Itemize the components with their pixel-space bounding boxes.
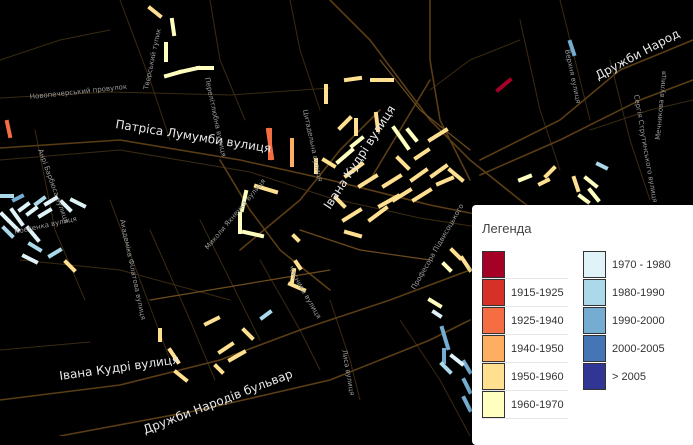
legend-label: 1960-1970 <box>511 399 564 411</box>
legend-swatch <box>482 251 505 278</box>
legend-swatch <box>583 307 606 334</box>
legend-swatch <box>482 363 505 390</box>
legend-swatch <box>482 391 505 418</box>
building-footprint[interactable] <box>291 233 301 243</box>
legend-title: Легенда <box>482 221 532 236</box>
legend-panel: Легенда 1915-1925 1925-1940 1940-1950 19… <box>472 205 693 445</box>
legend-swatch <box>482 279 505 306</box>
legend-label: 1990-2000 <box>612 315 665 327</box>
legend-label: 1980-1990 <box>612 287 665 299</box>
legend-label: 1925-1940 <box>511 315 564 327</box>
legend-label: 1950-1960 <box>511 371 564 383</box>
legend-swatch <box>482 307 505 334</box>
legend-swatch <box>583 279 606 306</box>
legend-label: 1940-1950 <box>511 343 564 355</box>
legend-swatch <box>482 335 505 362</box>
legend-label: 2000-2005 <box>612 343 665 355</box>
legend-label: > 2005 <box>612 371 646 383</box>
building-footprint[interactable] <box>343 75 363 83</box>
legend-swatch <box>583 363 606 390</box>
legend-label: 1915-1925 <box>511 287 564 299</box>
legend-divider <box>482 418 568 419</box>
legend-swatch <box>583 251 606 278</box>
legend-swatch <box>583 335 606 362</box>
legend-label: 1970 - 1980 <box>612 259 671 271</box>
building-footprint[interactable] <box>169 17 177 37</box>
